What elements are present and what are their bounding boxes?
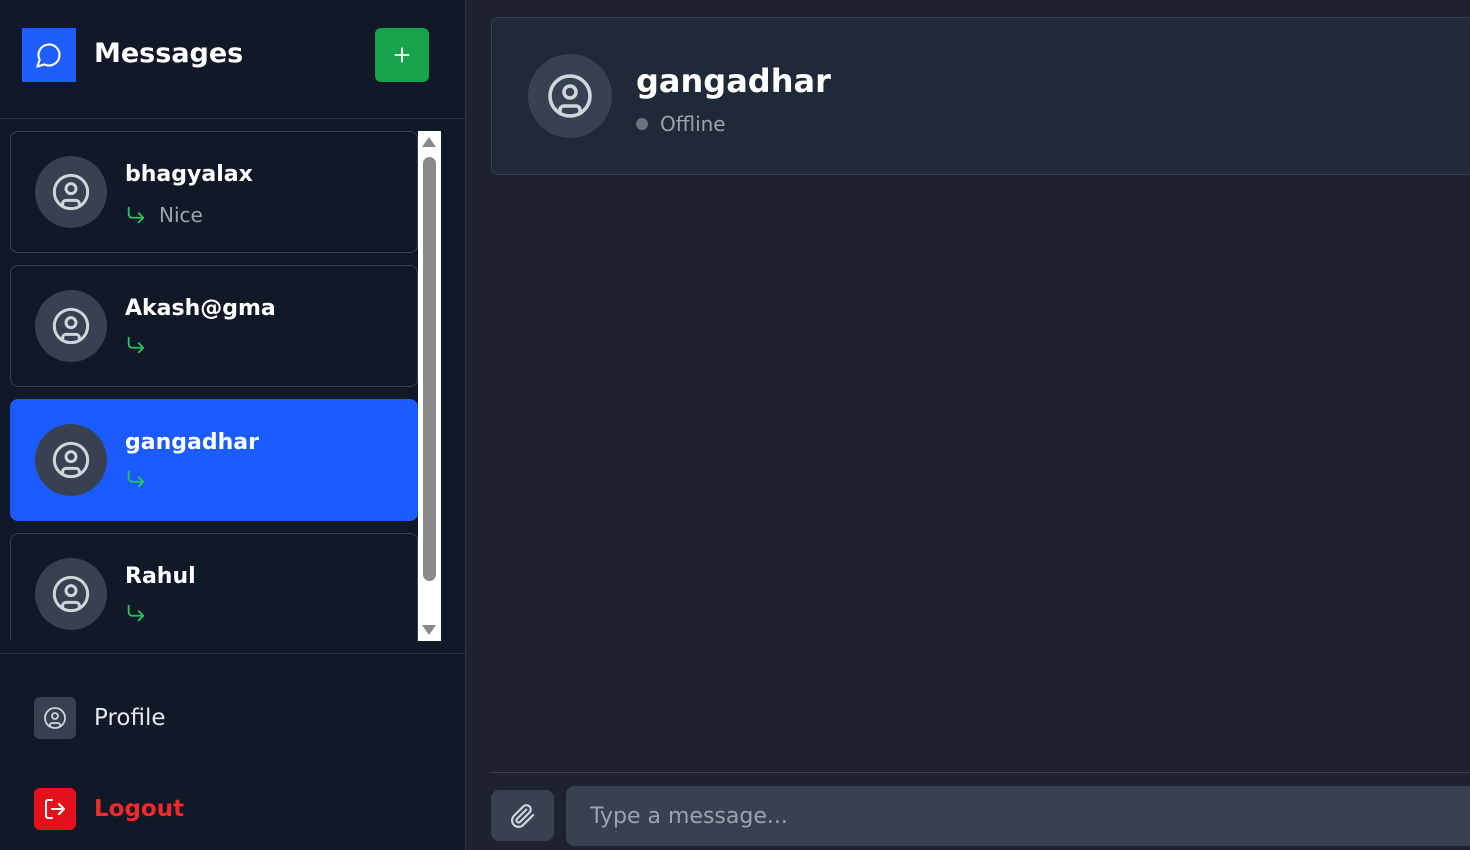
conversation-scrollbar[interactable] <box>418 131 441 641</box>
chat-contact-name: gangadhar <box>636 62 831 100</box>
scroll-down-arrow-icon[interactable] <box>422 625 436 635</box>
conversation-list: bhagyalax Nice Akash@gma gangadhar Rahul <box>10 131 418 641</box>
sidebar-header: Messages <box>0 0 465 119</box>
user-circle-icon <box>52 575 90 613</box>
attach-file-button[interactable] <box>491 790 554 841</box>
conversation-name: Akash@gma <box>125 296 276 321</box>
conversation-preview: Nice <box>125 202 203 228</box>
conversation-preview <box>125 332 159 358</box>
conversation-name: gangadhar <box>125 430 259 455</box>
user-circle-icon <box>34 697 76 739</box>
chat-bubble-icon <box>22 28 76 82</box>
conversation-name: bhagyalax <box>125 162 253 187</box>
conversation-preview <box>125 466 159 492</box>
profile-label: Profile <box>94 705 166 731</box>
status-dot-icon <box>636 118 648 130</box>
plus-icon <box>394 47 410 63</box>
user-circle-icon <box>52 441 90 479</box>
conversation-item[interactable]: Akash@gma <box>10 265 418 387</box>
avatar <box>35 290 107 362</box>
conversation-item[interactable]: bhagyalax Nice <box>10 131 418 253</box>
conversation-preview <box>125 600 159 626</box>
avatar <box>35 156 107 228</box>
conversation-item[interactable]: Rahul <box>10 533 418 641</box>
profile-button[interactable]: Profile <box>34 697 166 739</box>
sidebar: Messages bhagyalax Nice Akash@gma gangad… <box>0 0 466 850</box>
scroll-up-arrow-icon[interactable] <box>422 137 436 147</box>
paperclip-icon <box>510 803 534 828</box>
user-circle-icon <box>548 74 592 118</box>
avatar <box>35 558 107 630</box>
preview-text: Nice <box>159 203 203 227</box>
reply-arrow-icon <box>127 470 145 488</box>
user-circle-icon <box>52 307 90 345</box>
logout-icon <box>34 788 76 830</box>
status-text: Offline <box>660 112 726 136</box>
conversation-name: Rahul <box>125 564 196 589</box>
user-circle-icon <box>52 173 90 211</box>
new-conversation-button[interactable] <box>375 28 429 82</box>
reply-arrow-icon <box>127 336 145 354</box>
chat-header: gangadhar Offline <box>491 17 1470 175</box>
avatar <box>528 54 612 138</box>
sidebar-title: Messages <box>94 38 244 69</box>
sidebar-footer: Profile Logout <box>0 653 465 850</box>
scrollbar-thumb[interactable] <box>423 157 436 581</box>
contact-status: Offline <box>636 112 726 136</box>
message-input[interactable] <box>566 786 1470 846</box>
reply-arrow-icon <box>127 206 145 224</box>
reply-arrow-icon <box>127 604 145 622</box>
logout-button[interactable]: Logout <box>34 788 184 830</box>
composer-divider <box>491 772 1470 773</box>
conversation-item-active[interactable]: gangadhar <box>10 399 418 521</box>
logout-label: Logout <box>94 796 185 822</box>
avatar <box>35 424 107 496</box>
